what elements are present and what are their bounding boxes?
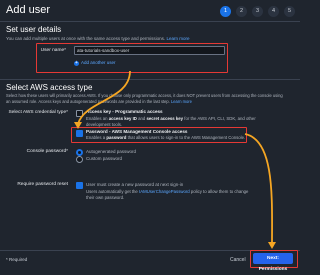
arrow-head-1 <box>74 122 82 129</box>
arrow-to-console-access <box>77 70 131 125</box>
annotation-arrows <box>74 70 276 249</box>
arrow-to-next-button <box>244 133 273 245</box>
arrow-head-2 <box>268 242 276 249</box>
